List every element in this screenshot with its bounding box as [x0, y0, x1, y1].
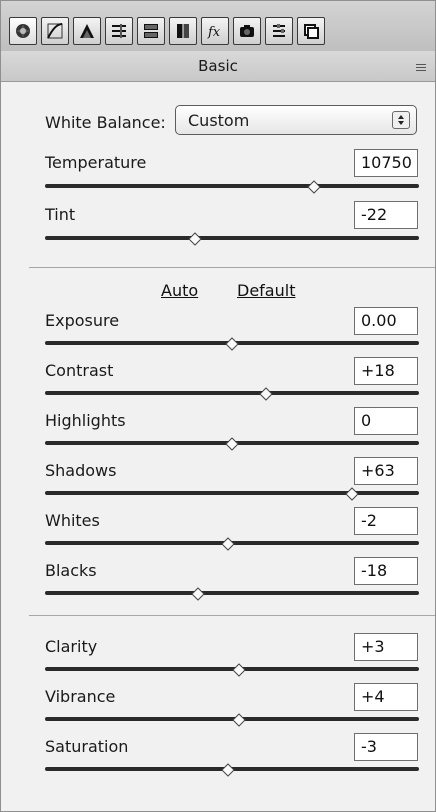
tab-detail[interactable]: [73, 17, 101, 45]
detail-triangle-icon: [80, 24, 94, 38]
hsl-grayscale-icon: [112, 24, 126, 38]
saturation-value[interactable]: -3: [354, 733, 418, 761]
saturation-label: Saturation: [45, 737, 129, 756]
contrast-value[interactable]: +18: [354, 357, 418, 385]
clarity-slider[interactable]: [45, 660, 419, 678]
svg-text:fx: fx: [207, 25, 221, 40]
vibrance-value[interactable]: +4: [354, 683, 418, 711]
shadows-slider[interactable]: [45, 484, 419, 502]
tab-hsl[interactable]: [105, 17, 133, 45]
tab-presets[interactable]: [265, 17, 293, 45]
select-arrows-icon[interactable]: [392, 111, 410, 129]
temperature-track: [45, 184, 419, 188]
tint-value[interactable]: -22: [354, 201, 418, 229]
blacks-label: Blacks: [45, 561, 97, 580]
slider-thumb-icon: [344, 487, 359, 501]
tone-curve-icon: [47, 23, 63, 39]
highlights-thumb[interactable]: [225, 436, 239, 451]
slider-thumb-icon: [225, 337, 239, 351]
slider-thumb-icon: [221, 537, 235, 551]
tab-effects[interactable]: fx: [201, 17, 229, 45]
temperature-value[interactable]: 10750: [354, 149, 418, 177]
clarity-label: Clarity: [45, 637, 98, 656]
shadows-track: [45, 491, 419, 495]
divider: [29, 267, 435, 268]
highlights-slider[interactable]: [45, 434, 419, 452]
contrast-slider[interactable]: [45, 384, 419, 402]
contrast-label: Contrast: [45, 361, 114, 380]
exposure-thumb[interactable]: [225, 336, 239, 351]
white-balance-value: Custom: [188, 111, 250, 130]
shadows-thumb[interactable]: [344, 486, 359, 501]
tint-slider[interactable]: [45, 229, 419, 247]
shadows-value[interactable]: +63: [354, 457, 418, 485]
shadows-label: Shadows: [45, 461, 117, 480]
contrast-track: [45, 391, 419, 395]
exposure-value[interactable]: 0.00: [354, 307, 418, 335]
split-toning-icon: [144, 24, 158, 38]
temperature-slider[interactable]: [45, 177, 419, 195]
tint-thumb[interactable]: [187, 231, 202, 246]
blacks-value[interactable]: -18: [354, 557, 418, 585]
whites-thumb[interactable]: [221, 536, 235, 551]
contrast-thumb[interactable]: [258, 386, 273, 401]
clarity-thumb[interactable]: [232, 662, 247, 677]
divider: [29, 615, 435, 616]
section-title: Basic: [198, 57, 238, 75]
auto-link[interactable]: Auto: [161, 281, 198, 300]
snapshots-icon: [304, 24, 319, 39]
clarity-value[interactable]: +3: [354, 633, 418, 661]
up-down-arrows-icon: [398, 115, 404, 125]
slider-thumb-icon: [307, 180, 321, 194]
tab-split-toning[interactable]: [137, 17, 165, 45]
tint-label: Tint: [45, 205, 76, 224]
tab-lens-corrections[interactable]: [169, 17, 197, 45]
slider-thumb-icon: [225, 437, 239, 451]
slider-thumb-icon: [258, 387, 273, 401]
default-link[interactable]: Default: [237, 281, 295, 300]
exposure-label: Exposure: [45, 311, 120, 330]
blacks-thumb[interactable]: [191, 586, 206, 601]
panel-tabs: fx: [1, 1, 435, 52]
whites-label: Whites: [45, 511, 100, 530]
white-balance-select[interactable]: Custom: [175, 105, 417, 135]
vibrance-thumb[interactable]: [232, 712, 247, 727]
temperature-thumb[interactable]: [307, 179, 321, 194]
blacks-track: [45, 591, 419, 595]
whites-slider[interactable]: [45, 534, 419, 552]
white-balance-label: White Balance:: [45, 113, 166, 132]
slider-thumb-icon: [232, 713, 247, 727]
saturation-slider[interactable]: [45, 760, 419, 778]
temperature-label: Temperature: [45, 153, 147, 172]
highlights-label: Highlights: [45, 411, 126, 430]
effects-fx-icon: fx: [207, 25, 221, 40]
tint-track: [45, 236, 419, 240]
exposure-slider[interactable]: [45, 334, 419, 352]
panel-menu-button[interactable]: [415, 59, 427, 71]
menu-icon: [416, 64, 426, 71]
slider-thumb-icon: [221, 763, 235, 777]
slider-thumb-icon: [191, 587, 206, 601]
saturation-thumb[interactable]: [221, 762, 235, 777]
tab-camera-calibration[interactable]: [233, 17, 261, 45]
lens-corrections-icon: [177, 24, 189, 38]
slider-thumb-icon: [232, 663, 247, 677]
slider-thumb-icon: [187, 232, 202, 246]
section-header: Basic: [1, 51, 435, 82]
vibrance-label: Vibrance: [45, 687, 116, 706]
blacks-slider[interactable]: [45, 584, 419, 602]
highlights-value[interactable]: 0: [354, 407, 418, 435]
camera-calibration-icon: [240, 25, 254, 37]
vibrance-slider[interactable]: [45, 710, 419, 728]
whites-value[interactable]: -2: [354, 507, 418, 535]
tab-snapshots[interactable]: [297, 17, 325, 45]
presets-icon: [273, 24, 285, 37]
tab-basic[interactable]: [9, 17, 37, 45]
basic-panel: fx Basic White Balance: Custom Temperatu…: [0, 0, 436, 812]
tab-tone-curve[interactable]: [41, 17, 69, 45]
camera-lens-icon: [16, 24, 30, 38]
